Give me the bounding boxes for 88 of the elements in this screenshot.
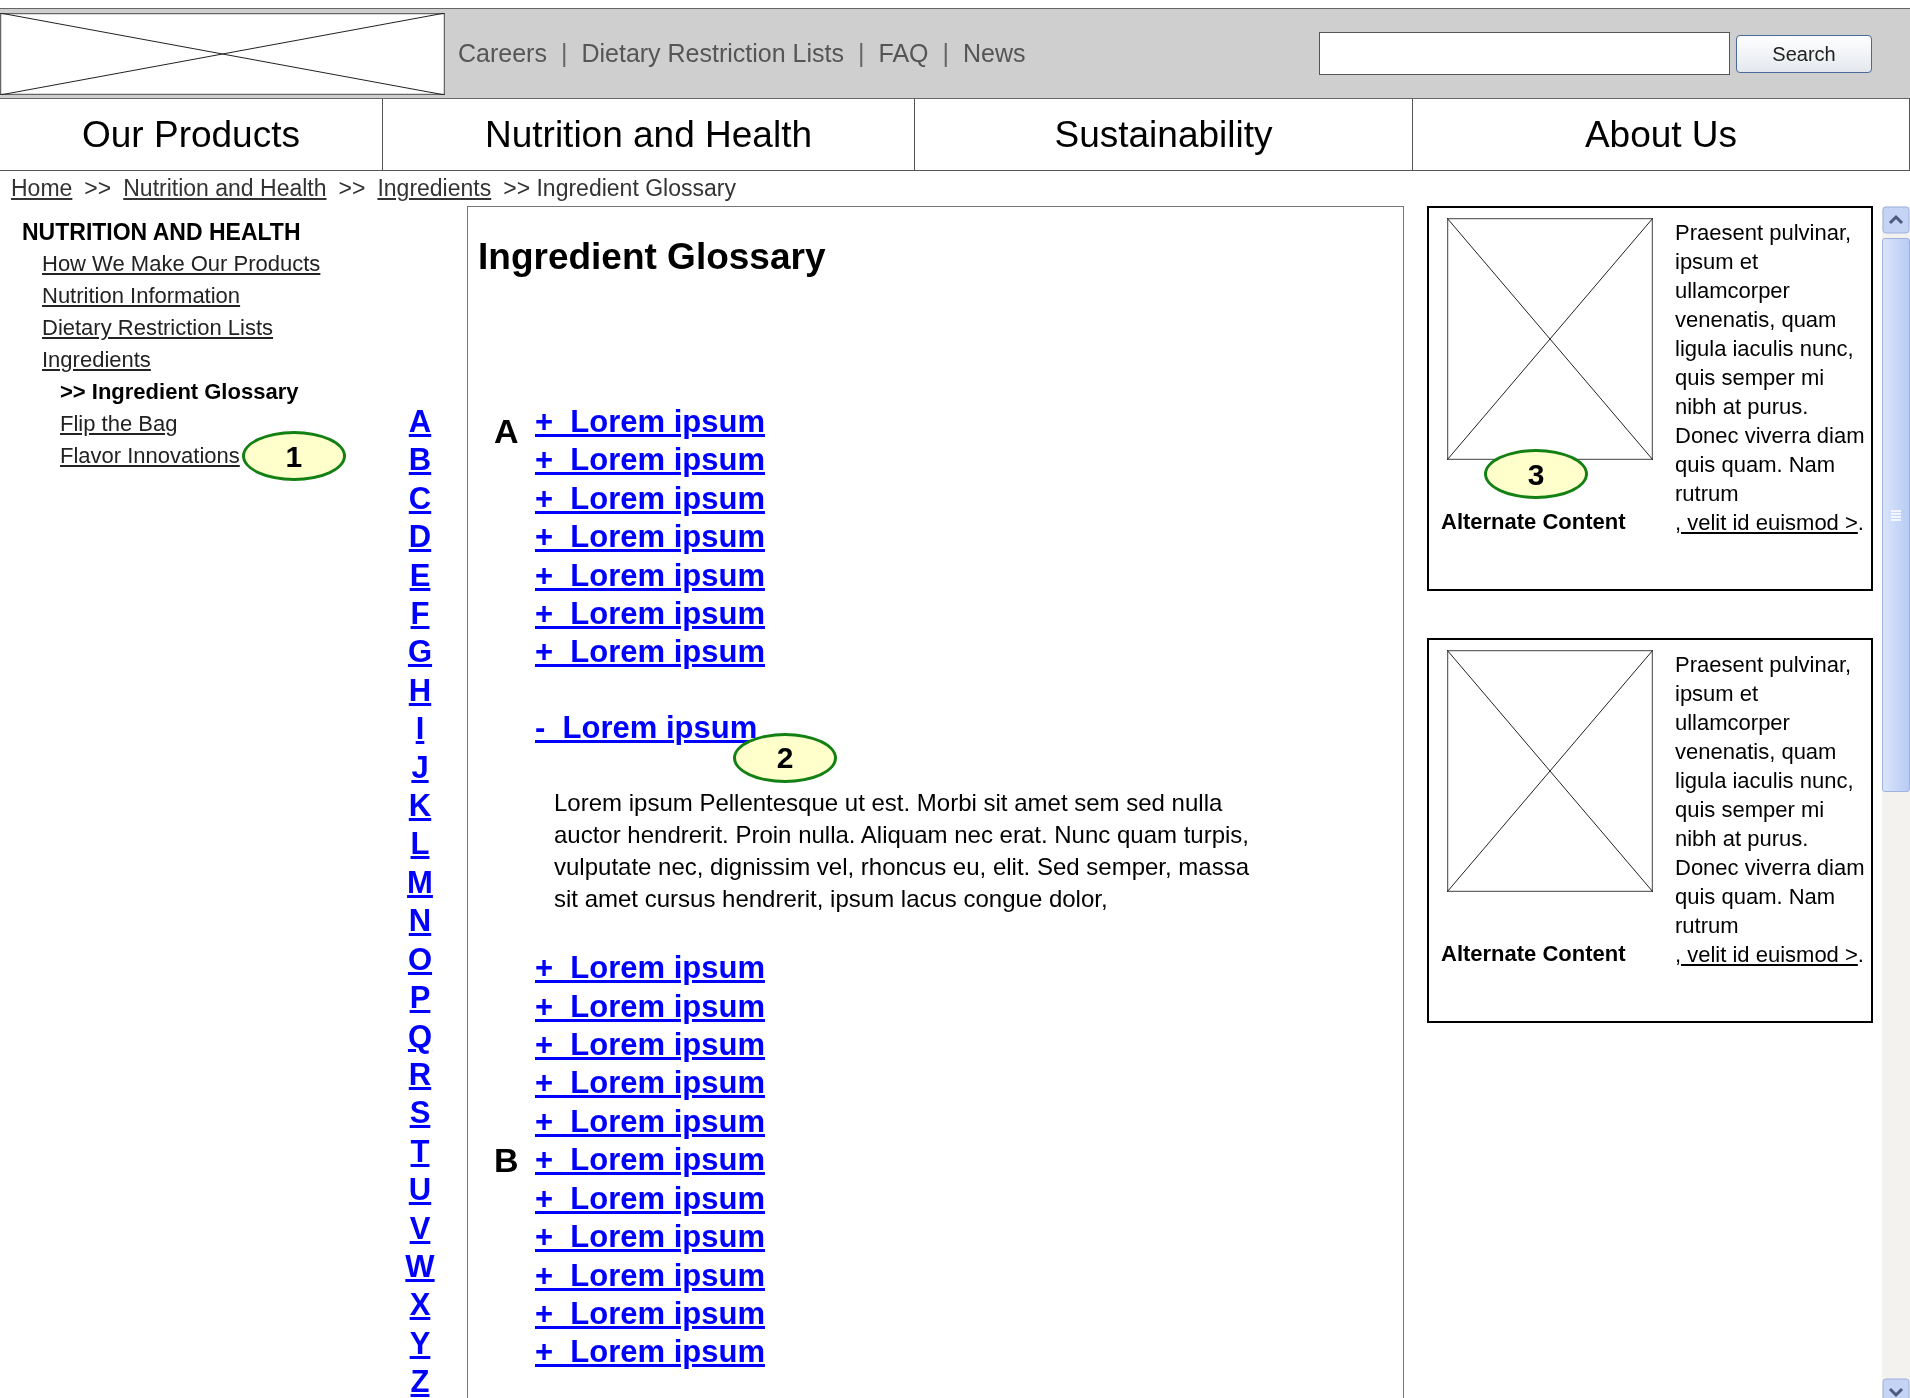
letter-link[interactable]: O [407, 940, 433, 980]
card-text: Praesent pulvinar, ipsum et ullamcorper venenatis, quam ligula iaculis nunc, quis semper mi nibh at purus. Donec viverra diam quis quam. Nam rutrum , velit id euismod >. [1675, 219, 1865, 537]
sidebar-title: NUTRITION AND HEALTH [22, 218, 302, 247]
card-caption: Alternate Content [1441, 941, 1626, 966]
glossary-link[interactable]: + Lorem ipsum [535, 634, 765, 670]
read-more-link[interactable]: , velit id euismod > [1675, 510, 1858, 535]
letter-link[interactable]: A [408, 403, 432, 442]
top-link[interactable]: Dietary Restriction Lists [581, 34, 844, 73]
callout-marker: 1 [241, 431, 346, 481]
glossary-link[interactable]: + Lorem ipsum [535, 1334, 765, 1370]
nav-tab[interactable]: Nutrition and Health [383, 99, 915, 170]
breadcrumb-text: >> [84, 174, 112, 204]
breadcrumb-link[interactable]: Ingredients [377, 171, 492, 206]
letter-link[interactable]: K [408, 787, 432, 826]
card-text: Praesent pulvinar, ipsum et ullamcorper venenatis, quam ligula iaculis nunc, quis semper mi nibh at purus. Donec viverra diam quis quam. Nam rutrum , velit id euismod >. [1675, 651, 1865, 969]
letter-link[interactable]: P [409, 979, 431, 1018]
letter-link[interactable]: L [410, 825, 430, 864]
section-letter: B [493, 1140, 520, 1181]
glossary-link[interactable]: + Lorem ipsum [535, 519, 765, 555]
letter-link[interactable]: X [409, 1286, 431, 1325]
breadcrumb-link[interactable]: Nutrition and Health [123, 171, 327, 206]
separator: | [858, 37, 865, 69]
top-link[interactable]: News [963, 34, 1026, 73]
letter-link[interactable]: H [408, 671, 432, 711]
letter-link[interactable]: R [408, 1055, 432, 1095]
separator: | [560, 37, 568, 69]
top-link[interactable]: FAQ [878, 34, 929, 73]
read-more-link[interactable]: , velit id euismod > [1675, 942, 1858, 967]
letter-link[interactable]: J [411, 748, 429, 788]
letter-link[interactable]: B [408, 441, 432, 480]
breadcrumb-link[interactable]: Home [11, 171, 73, 206]
nav-tab[interactable]: Sustainability [915, 99, 1413, 170]
sidebar-link[interactable]: >> Ingredient Glossary [60, 376, 299, 408]
letter-link[interactable]: W [405, 1247, 435, 1287]
glossary-link[interactable]: + Lorem ipsum [535, 1257, 765, 1293]
glossary-link[interactable]: + Lorem ipsum [535, 442, 765, 478]
separator: | [942, 37, 949, 69]
nav-tab[interactable]: Our Products [0, 99, 383, 170]
letter-link[interactable]: V [409, 1209, 431, 1248]
glossary-link[interactable]: + Lorem ipsum [535, 1027, 765, 1063]
scroll-down-icon[interactable] [1882, 1378, 1910, 1398]
letter-link[interactable]: C [408, 479, 432, 519]
glossary-link[interactable]: + Lorem ipsum [535, 557, 765, 593]
glossary-link[interactable]: + Lorem ipsum [535, 1295, 765, 1331]
scroll-up-icon[interactable] [1882, 206, 1910, 234]
letter-link[interactable]: D [408, 518, 432, 557]
letter-link[interactable]: I [415, 710, 425, 749]
search-button[interactable]: Search [1736, 34, 1872, 73]
sidebar-link[interactable]: Flavor Innovations [60, 440, 240, 472]
glossary-link[interactable]: + Lorem ipsum [535, 480, 765, 516]
glossary-link[interactable]: + Lorem ipsum [535, 1103, 765, 1139]
sidebar-link[interactable]: Dietary Restriction Lists [42, 312, 274, 344]
glossary-link[interactable]: + Lorem ipsum [535, 1142, 765, 1178]
page-title: Ingredient Glossary [478, 235, 827, 279]
letter-link[interactable]: G [407, 633, 433, 672]
top-link[interactable]: Careers [458, 34, 547, 73]
letter-link[interactable]: E [409, 556, 431, 596]
sidebar-link[interactable]: Nutrition Information [42, 280, 241, 312]
scrollbar[interactable] [1882, 206, 1910, 1398]
glossary-link[interactable]: + Lorem ipsum [535, 404, 765, 439]
glossary-definition: Lorem ipsum Pellentesque ut est. Morbi sit amet sem sed nulla auctor hendrerit. Proin nulla. Aliquam nec erat. Nunc quam turpis, vulputate nec, dignissim vel, rhoncus eu, elit. Sed semper, massa sit amet cursus hendrerit, ipsum lacus congue dolor, [553, 788, 1251, 915]
glossary-link[interactable]: + Lorem ipsum [535, 1180, 765, 1216]
section-letter: A [493, 411, 520, 451]
glossary-link[interactable]: + Lorem ipsum [535, 1219, 765, 1255]
glossary-link[interactable]: + Lorem ipsum [535, 596, 765, 632]
letter-link[interactable]: F [410, 595, 430, 634]
sidebar-link[interactable]: How We Make Our Products [42, 248, 321, 280]
letter-link[interactable]: Q [407, 1017, 433, 1056]
letter-link[interactable]: Y [409, 1324, 431, 1364]
breadcrumb-text: >> [338, 174, 366, 204]
scroll-thumb[interactable] [1882, 238, 1910, 792]
letter-link[interactable]: S [409, 1094, 431, 1133]
search-field[interactable] [1319, 32, 1730, 75]
letter-link[interactable]: N [408, 902, 432, 941]
glossary-link[interactable]: + Lorem ipsum [535, 1065, 765, 1101]
letter-link[interactable]: M [407, 863, 433, 903]
glossary-link[interactable]: + Lorem ipsum [535, 950, 765, 986]
card-caption: Alternate Content [1441, 509, 1626, 534]
callout-marker: 3 [1484, 449, 1588, 499]
letter-link[interactable]: T [410, 1132, 430, 1172]
letter-link[interactable]: Z [410, 1363, 430, 1398]
sidebar-link[interactable]: Flip the Bag [60, 408, 178, 440]
grip-icon [1890, 509, 1902, 521]
glossary-link[interactable]: + Lorem ipsum [535, 988, 765, 1024]
breadcrumb-text: >> Ingredient Glossary [503, 174, 736, 204]
sidebar-link[interactable]: Ingredients [42, 344, 151, 376]
nav-tab[interactable]: About Us [1413, 99, 1910, 170]
letter-link[interactable]: U [408, 1171, 432, 1210]
